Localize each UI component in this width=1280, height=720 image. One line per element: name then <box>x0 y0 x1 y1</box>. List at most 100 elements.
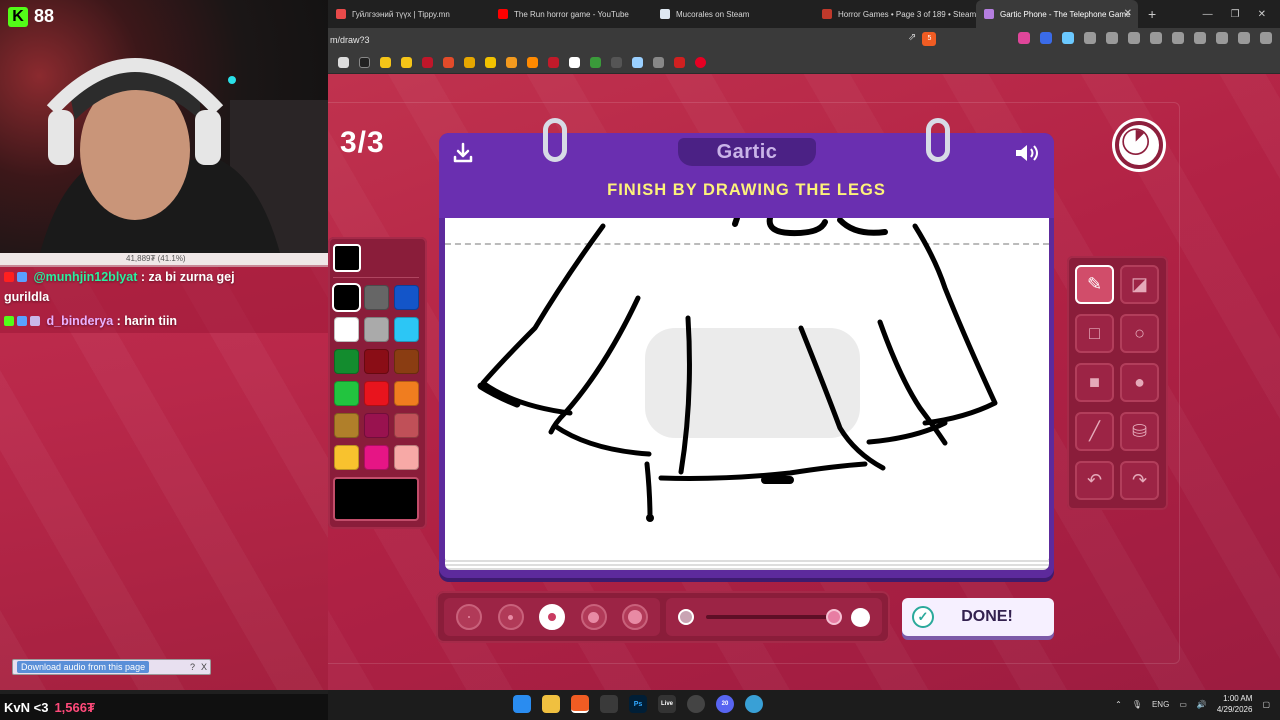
url-field[interactable]: m/draw?3 <box>328 35 370 45</box>
tray-chevron-icon[interactable]: ⌃ <box>1115 700 1122 709</box>
language-indicator[interactable]: ENG <box>1152 700 1169 709</box>
windows-start-icon[interactable] <box>513 695 531 713</box>
wallet-icon[interactable] <box>1216 32 1228 44</box>
redo-tool[interactable]: ↷ <box>1120 461 1159 500</box>
custom-color-picker[interactable] <box>333 477 419 521</box>
menu-icon[interactable] <box>1260 32 1272 44</box>
tab-close-icon[interactable]: ✕ <box>1124 8 1132 19</box>
rectangle-fill-tool[interactable]: ■ <box>1075 363 1114 402</box>
rectangle-outline-tool[interactable]: □ <box>1075 314 1114 353</box>
extension-icon[interactable] <box>1062 32 1074 44</box>
bookmark-icon[interactable] <box>653 57 664 68</box>
extension-icon[interactable] <box>1128 32 1140 44</box>
tab-steam-horror[interactable]: Horror Games • Page 3 of 189 • Steam <box>814 0 976 28</box>
bookmark-icon[interactable] <box>590 57 601 68</box>
color-swatch[interactable] <box>364 349 389 374</box>
download-audio-close[interactable]: X <box>201 662 210 672</box>
bookmark-icon[interactable] <box>632 57 643 68</box>
download-audio-help[interactable]: ? <box>190 662 197 672</box>
clock[interactable]: 1:00 AM 4/29/2026 <box>1217 693 1253 715</box>
fill-bucket-tool[interactable]: ⛁ <box>1120 412 1159 451</box>
live-app-icon[interactable]: Live <box>658 695 676 713</box>
download-icon[interactable] <box>1172 32 1184 44</box>
tab-youtube[interactable]: The Run horror game - YouTube <box>490 0 652 28</box>
download-audio-button[interactable]: Download audio from this page <box>17 661 150 673</box>
line-tool[interactable]: ╱ <box>1075 412 1114 451</box>
microphone-icon[interactable]: 🎙 <box>1132 700 1142 709</box>
bookmark-icon[interactable] <box>695 57 706 68</box>
color-swatch[interactable] <box>394 413 419 438</box>
opacity-slider-track[interactable] <box>706 615 840 619</box>
color-swatch[interactable] <box>364 317 389 342</box>
bookmark-icon[interactable] <box>611 57 622 68</box>
share-icon[interactable]: ⇗ <box>908 32 916 46</box>
brave-browser-icon[interactable] <box>571 695 589 713</box>
color-swatch[interactable] <box>332 283 361 312</box>
pen-tool[interactable]: ✎ <box>1075 265 1114 304</box>
bookmark-icon[interactable] <box>506 57 517 68</box>
bookmark-icon[interactable] <box>527 57 538 68</box>
bookmark-icon[interactable] <box>359 57 370 68</box>
bookmark-icon[interactable] <box>569 57 580 68</box>
color-swatch[interactable] <box>364 413 389 438</box>
tab-steam-mucorales[interactable]: Mucorales on Steam <box>652 0 814 28</box>
color-swatch[interactable] <box>334 349 359 374</box>
color-swatch[interactable] <box>334 317 359 342</box>
extension-icon[interactable] <box>1106 32 1118 44</box>
app-icon[interactable] <box>745 695 763 713</box>
done-button[interactable]: ✓ DONE! <box>902 598 1054 636</box>
color-swatch[interactable] <box>364 445 389 470</box>
obs-icon[interactable] <box>687 695 705 713</box>
extension-icon[interactable] <box>1040 32 1052 44</box>
color-swatch[interactable] <box>394 349 419 374</box>
ellipse-fill-tool[interactable]: ● <box>1120 363 1159 402</box>
bookmark-icon[interactable] <box>401 57 412 68</box>
bookmark-icon[interactable] <box>548 57 559 68</box>
color-swatch[interactable] <box>334 381 359 406</box>
extension-icon[interactable] <box>1150 32 1162 44</box>
brush-size-option[interactable] <box>497 604 524 630</box>
bookmark-icon[interactable] <box>380 57 391 68</box>
color-swatch[interactable] <box>394 285 419 310</box>
download-drawing-icon[interactable] <box>452 142 474 164</box>
bookmark-icon[interactable] <box>422 57 433 68</box>
extension-icon[interactable] <box>1018 32 1030 44</box>
bookmark-icon[interactable] <box>464 57 475 68</box>
brush-size-option[interactable] <box>580 604 607 630</box>
brush-size-option[interactable] <box>456 604 482 630</box>
brave-shields-icon[interactable]: 5 <box>922 32 937 46</box>
window-close-icon[interactable]: ✕ <box>1258 9 1266 20</box>
photoshop-icon[interactable]: Ps <box>629 695 647 713</box>
color-swatch[interactable] <box>394 381 419 406</box>
bookmark-icon[interactable] <box>338 57 349 68</box>
speaker-icon[interactable]: 🔊 <box>1197 700 1207 709</box>
color-swatch[interactable] <box>394 445 419 470</box>
network-icon[interactable]: ▭ <box>1179 700 1187 709</box>
ellipse-outline-tool[interactable]: ○ <box>1120 314 1159 353</box>
notifications-icon[interactable]: ▢ <box>1262 700 1270 709</box>
discord-icon[interactable]: 20 <box>716 695 734 713</box>
color-swatch[interactable] <box>364 381 389 406</box>
app-icon[interactable] <box>600 695 618 713</box>
undo-tool[interactable]: ↶ <box>1075 461 1114 500</box>
bookmark-icon[interactable] <box>443 57 454 68</box>
file-explorer-icon[interactable] <box>542 695 560 713</box>
tab-gartic-phone[interactable]: Gartic Phone - The Telephone Game ✕ <box>976 0 1138 28</box>
color-swatch[interactable] <box>334 413 359 438</box>
new-tab-button[interactable]: + <box>1138 6 1166 22</box>
extension-icon[interactable] <box>1084 32 1096 44</box>
volume-icon[interactable] <box>1014 142 1042 164</box>
restore-icon[interactable]: ❐ <box>1231 9 1240 20</box>
brush-size-option[interactable] <box>622 604 648 630</box>
brush-size-option[interactable] <box>539 604 565 630</box>
tab-tippy[interactable]: Гуйлгээний түүх | Tippy.mn <box>328 0 490 28</box>
sidebar-icon[interactable] <box>1194 32 1206 44</box>
color-swatch[interactable] <box>334 445 359 470</box>
color-swatch[interactable] <box>394 317 419 342</box>
vpn-icon[interactable] <box>1238 32 1250 44</box>
eraser-tool[interactable]: ◪ <box>1120 265 1159 304</box>
opacity-slider-thumb[interactable] <box>826 609 842 625</box>
bookmark-icon[interactable] <box>485 57 496 68</box>
bookmark-icon[interactable] <box>674 57 685 68</box>
minimize-icon[interactable]: — <box>1203 9 1213 20</box>
